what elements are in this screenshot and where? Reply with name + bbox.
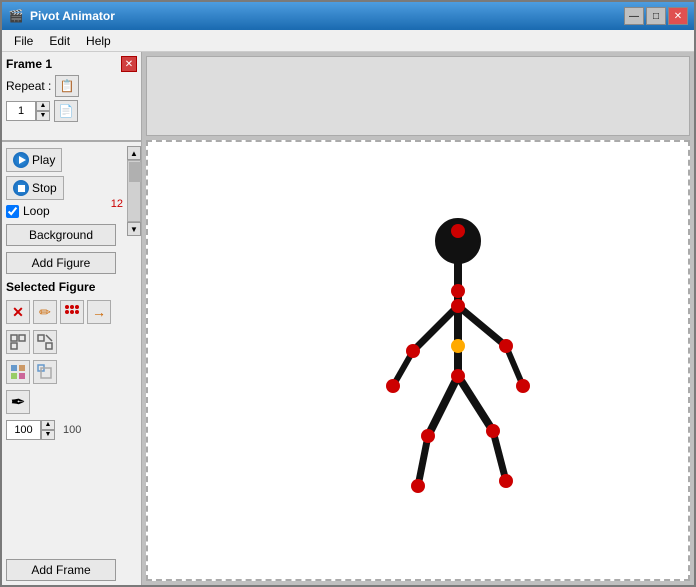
figure-tool8[interactable] xyxy=(33,360,57,384)
add-figure-button[interactable]: Add Figure xyxy=(6,252,116,274)
play-icon xyxy=(13,152,29,168)
figure-toolbar: ✕ ✏ → xyxy=(6,300,137,324)
figure-toolbar-4: ✒ xyxy=(6,390,137,414)
loop-checkbox[interactable] xyxy=(6,205,19,218)
scroll-thumb[interactable] xyxy=(129,162,141,182)
repeat-up-button[interactable]: ▲ xyxy=(36,101,50,111)
loop-label: Loop xyxy=(23,204,50,218)
stick-figure xyxy=(358,211,558,511)
stop-label: Stop xyxy=(32,181,57,195)
play-label: Play xyxy=(32,153,55,167)
menu-help[interactable]: Help xyxy=(78,32,119,50)
frame-count: 12 xyxy=(111,198,123,210)
edit-figure-button[interactable]: ✏ xyxy=(33,300,57,324)
controls-section: ▲ ▼ Play Stop xyxy=(2,142,141,553)
frame-title: Frame 1 xyxy=(6,57,52,71)
size-down-button[interactable]: ▼ xyxy=(41,430,55,440)
menu-bar: File Edit Help xyxy=(2,30,694,52)
size-display-value: 100 xyxy=(63,424,81,436)
canvas-area xyxy=(142,52,694,585)
figure-tool5[interactable] xyxy=(6,330,30,354)
close-button[interactable]: ✕ xyxy=(668,7,688,25)
scroll-track[interactable] xyxy=(127,160,141,222)
title-bar: 🎬 Pivot Animator — □ ✕ xyxy=(2,2,694,30)
background-button[interactable]: Background xyxy=(6,224,116,246)
menu-file[interactable]: File xyxy=(6,32,41,50)
repeat-input[interactable] xyxy=(6,101,36,121)
main-window: 🎬 Pivot Animator — □ ✕ File Edit Help Fr… xyxy=(0,0,696,587)
size-input[interactable] xyxy=(6,420,41,440)
stop-button[interactable]: Stop xyxy=(6,176,64,200)
animation-canvas[interactable] xyxy=(146,140,690,581)
scroll-up-arrow[interactable]: ▲ xyxy=(127,146,141,160)
figure-tool7[interactable] xyxy=(6,360,30,384)
repeat-row: Repeat : 📋 xyxy=(6,75,137,97)
minimize-button[interactable]: — xyxy=(624,7,644,25)
figure-tool6[interactable] xyxy=(33,330,57,354)
maximize-button[interactable]: □ xyxy=(646,7,666,25)
frame-close-button[interactable]: ✕ xyxy=(121,56,137,72)
paste-frame-button[interactable]: 📄 xyxy=(54,100,78,122)
figure-toolbar-2 xyxy=(6,330,137,354)
window-controls: — □ ✕ xyxy=(624,7,688,25)
frame-header: Frame 1 ✕ xyxy=(6,56,137,72)
content-area: Frame 1 ✕ Repeat : 📋 ▲ ▼ 📄 xyxy=(2,52,694,585)
repeat-label: Repeat : xyxy=(6,79,51,93)
delete-figure-button[interactable]: ✕ xyxy=(6,300,30,324)
repeat-down-button[interactable]: ▼ xyxy=(36,111,50,121)
size-spinbox[interactable]: ▲ ▼ xyxy=(6,420,55,440)
pen-tool-button[interactable]: ✒ xyxy=(6,390,30,414)
size-up-button[interactable]: ▲ xyxy=(41,420,55,430)
size-row: ▲ ▼ 100 xyxy=(6,420,137,440)
menu-edit[interactable]: Edit xyxy=(41,32,78,50)
figure-tool3[interactable] xyxy=(60,300,84,324)
loop-row: Loop xyxy=(6,204,121,218)
copy-frame-button[interactable]: 📋 xyxy=(55,75,79,97)
app-icon: 🎬 xyxy=(8,8,24,24)
window-title: Pivot Animator xyxy=(30,9,624,23)
repeat-spinbox-buttons: ▲ ▼ xyxy=(36,101,50,121)
selected-figure-label: Selected Figure xyxy=(6,280,137,294)
vertical-scrollbar[interactable]: ▲ ▼ xyxy=(127,146,141,236)
frame-list-area[interactable] xyxy=(146,56,690,136)
size-spinbox-buttons: ▲ ▼ xyxy=(41,420,55,440)
scroll-down-arrow[interactable]: ▼ xyxy=(127,222,141,236)
bottom-add-frame-area: Add Frame xyxy=(2,553,141,585)
repeat-spinbox[interactable]: ▲ ▼ xyxy=(6,101,50,121)
figure-tool4[interactable]: → xyxy=(87,300,111,324)
play-button[interactable]: Play xyxy=(6,148,62,172)
stop-icon xyxy=(13,180,29,196)
figure-toolbar-3 xyxy=(6,360,137,384)
frame-section: Frame 1 ✕ Repeat : 📋 ▲ ▼ 📄 xyxy=(2,52,141,142)
add-frame-button[interactable]: Add Frame xyxy=(6,559,116,581)
left-panel: Frame 1 ✕ Repeat : 📋 ▲ ▼ 📄 xyxy=(2,52,142,585)
